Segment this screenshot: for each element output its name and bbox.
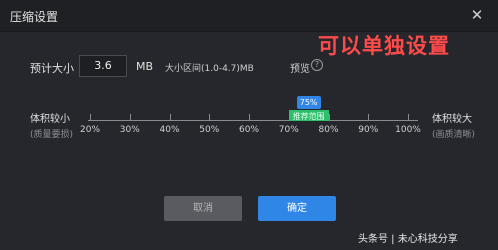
slider-tick-label: 100% [395, 125, 421, 135]
slider-value-bubble[interactable]: 75% [296, 96, 321, 109]
close-icon[interactable]: ✕ [468, 6, 486, 24]
slider-tick-label: 60% [238, 125, 260, 135]
slider-tick-label: 50% [199, 125, 220, 135]
preview-label[interactable]: 预览 [290, 60, 310, 75]
size-input[interactable]: 3.6 [79, 55, 127, 77]
slider-tick [328, 114, 330, 121]
size-row: 预计大小 3.6 MB 大小区间(1.0-4.7)MB 预览 ? [0, 54, 498, 78]
ok-button[interactable]: 确定 [258, 196, 336, 221]
slider-tick-label: 90% [358, 125, 379, 135]
slider-tick-label: 40% [159, 125, 180, 135]
left-caption-main: 体积较小 [30, 114, 70, 125]
slider-right-caption: 体积较大 (画质清晰) [432, 110, 475, 140]
recommended-range-label: 推荐范围 [292, 112, 325, 121]
unit-label: MB [136, 60, 154, 73]
title-bar: 压缩设置 ✕ [0, 0, 498, 32]
watermark-text: 头条号 | 未心科技分享 [358, 234, 458, 245]
slider-tick-label: 70% [278, 125, 299, 135]
slider-tick-label: 30% [119, 125, 140, 135]
slider-left-caption: 体积较小 (质量要损) [30, 110, 73, 140]
slider-tick [408, 114, 409, 121]
slider-tick [368, 114, 370, 121]
slider-tick [129, 114, 131, 121]
dialog-title: 压缩设置 [10, 10, 59, 24]
slider-tick [90, 114, 91, 121]
slider-tick-label: 20% [79, 125, 101, 135]
right-caption-main: 体积较大 [432, 114, 472, 125]
left-caption-sub: (质量要损) [30, 130, 74, 140]
cancel-button[interactable]: 取消 [164, 196, 242, 221]
slider-tick [288, 114, 290, 121]
slider-tick-label: 80% [318, 125, 339, 135]
slider-tick [209, 114, 211, 121]
compression-settings-dialog: 压缩设置 ✕ 可以单独设置 预计大小 3.6 MB 大小区间(1.0-4.7)M… [0, 0, 498, 250]
estimate-label: 预计大小 [30, 62, 74, 75]
slider-tick [169, 114, 171, 121]
size-range-text: 大小区间(1.0-4.7)MB [165, 64, 254, 74]
slider-tick [249, 114, 250, 121]
right-caption-sub: (画质清晰) [432, 130, 476, 140]
help-icon[interactable]: ? [311, 59, 323, 71]
